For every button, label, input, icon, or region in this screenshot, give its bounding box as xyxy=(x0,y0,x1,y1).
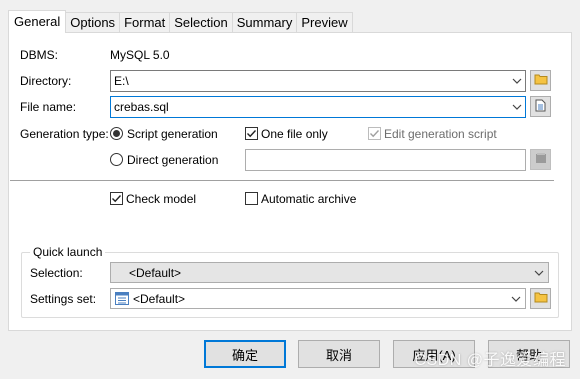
check-model-checkbox[interactable] xyxy=(110,192,123,205)
direct-generation-label: Direct generation xyxy=(127,153,219,167)
one-file-only-label: One file only xyxy=(261,127,328,141)
watermark-text: CSDN @子逸爱编程 xyxy=(414,352,566,369)
chevron-down-icon[interactable] xyxy=(507,289,525,308)
checkmark-icon xyxy=(112,195,122,203)
tab-general[interactable]: General xyxy=(8,10,67,33)
automatic-archive-label: Automatic archive xyxy=(261,192,357,206)
generation-type-label: Generation type: xyxy=(20,127,109,141)
checkmark-icon xyxy=(370,130,380,138)
ok-button[interactable]: 确定 xyxy=(204,340,286,368)
one-file-only-checkbox[interactable] xyxy=(245,127,258,140)
tab-summary[interactable]: Summary xyxy=(232,12,298,33)
tab-options[interactable]: Options xyxy=(66,12,121,33)
tab-format[interactable]: Format xyxy=(120,12,171,33)
script-generation-radio[interactable] xyxy=(110,127,123,140)
filename-label: File name: xyxy=(20,100,77,114)
selection-value: <Default> xyxy=(129,266,182,280)
direct-generation-radio[interactable] xyxy=(110,153,123,166)
folder-icon xyxy=(534,291,548,306)
separator xyxy=(10,180,554,181)
browse-directory-button[interactable] xyxy=(530,70,551,91)
direct-generation-field[interactable] xyxy=(245,149,526,171)
document-icon xyxy=(535,99,546,115)
chevron-down-icon[interactable] xyxy=(508,71,525,91)
checkmark-icon xyxy=(247,130,257,138)
tab-preview[interactable]: Preview xyxy=(297,12,353,33)
settings-set-combo[interactable]: <Default> xyxy=(110,288,526,309)
quick-launch-title: Quick launch xyxy=(30,245,106,259)
settings-set-label: Settings set: xyxy=(30,292,97,306)
automatic-archive-checkbox[interactable] xyxy=(245,192,258,205)
selection-combo[interactable]: <Default> xyxy=(110,262,549,283)
edit-file-button[interactable] xyxy=(530,96,551,117)
settings-set-value: <Default> xyxy=(133,292,186,306)
selection-label: Selection: xyxy=(30,266,83,280)
database-icon xyxy=(535,152,547,167)
tab-selection[interactable]: Selection xyxy=(170,12,233,33)
chevron-down-icon[interactable] xyxy=(508,97,525,117)
directory-value: E:\ xyxy=(114,74,129,88)
dbms-label: DBMS: xyxy=(20,48,59,62)
chevron-down-icon[interactable] xyxy=(530,263,548,282)
directory-field[interactable]: E:\ xyxy=(110,70,526,92)
directory-label: Directory: xyxy=(20,74,72,88)
data-source-button[interactable] xyxy=(530,149,551,170)
tab-strip: General Options Format Selection Summary… xyxy=(8,10,353,33)
browse-settings-button[interactable] xyxy=(530,288,551,309)
folder-icon xyxy=(534,73,548,88)
check-model-label: Check model xyxy=(126,192,197,206)
script-generation-label: Script generation xyxy=(127,127,218,141)
dbms-value: MySQL 5.0 xyxy=(110,48,170,62)
filename-value: crebas.sql xyxy=(114,100,169,114)
edit-generation-script-label: Edit generation script xyxy=(384,127,497,141)
edit-generation-script-checkbox[interactable] xyxy=(368,127,381,140)
list-icon xyxy=(115,292,129,308)
filename-field[interactable]: crebas.sql xyxy=(110,96,526,118)
cancel-button[interactable]: 取消 xyxy=(298,340,380,368)
